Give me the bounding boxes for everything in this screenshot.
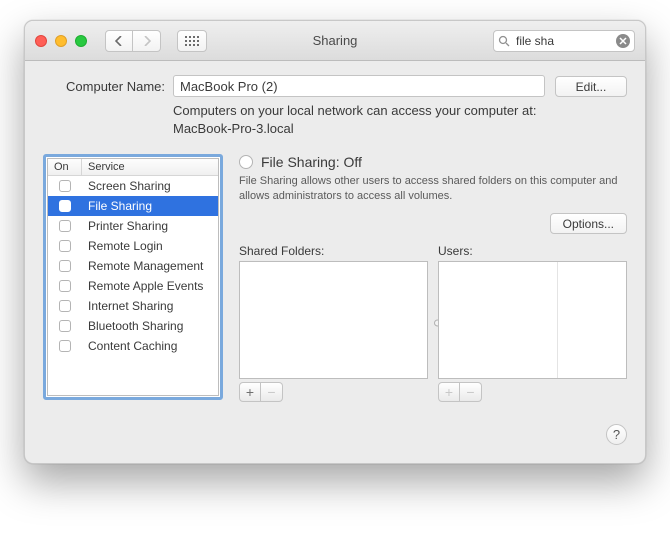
close-window-button[interactable]: [35, 35, 47, 47]
service-row-remote-login[interactable]: Remote Login: [48, 236, 218, 256]
service-checkbox[interactable]: [59, 280, 71, 292]
service-checkbox[interactable]: [59, 260, 71, 272]
shared-folders-label: Shared Folders:: [239, 244, 428, 258]
search-field[interactable]: [493, 30, 635, 52]
service-label: Internet Sharing: [82, 299, 218, 313]
grid-icon: [185, 36, 199, 46]
shared-folders-list[interactable]: [239, 261, 428, 379]
users-column-divider: [557, 262, 558, 378]
chevron-left-icon: [115, 36, 123, 46]
remove-user-button[interactable]: −: [460, 382, 482, 402]
help-button[interactable]: ?: [606, 424, 627, 445]
service-label: File Sharing: [82, 199, 218, 213]
service-label: Screen Sharing: [82, 179, 218, 193]
services-list[interactable]: On Service Screen Sharing File Sharing Pri…: [43, 154, 223, 400]
service-status-indicator: [239, 155, 253, 169]
show-all-button[interactable]: [177, 30, 207, 52]
add-folder-button[interactable]: +: [239, 382, 261, 402]
zoom-window-button[interactable]: [75, 35, 87, 47]
service-label: Remote Login: [82, 239, 218, 253]
service-row-screen-sharing[interactable]: Screen Sharing: [48, 176, 218, 196]
x-icon: [619, 37, 627, 45]
add-user-button[interactable]: +: [438, 382, 460, 402]
service-checkbox[interactable]: [59, 300, 71, 312]
window-controls: [35, 35, 87, 47]
service-row-printer-sharing[interactable]: Printer Sharing: [48, 216, 218, 236]
service-row-remote-apple-events[interactable]: Remote Apple Events: [48, 276, 218, 296]
service-checkbox[interactable]: [59, 200, 71, 212]
users-label: Users:: [438, 244, 627, 258]
service-checkbox[interactable]: [59, 340, 71, 352]
services-header: On Service: [48, 159, 218, 176]
edit-hostname-button[interactable]: Edit...: [555, 76, 627, 97]
back-button[interactable]: [105, 30, 133, 52]
service-row-internet-sharing[interactable]: Internet Sharing: [48, 296, 218, 316]
computer-name-hint: Computers on your local network can acce…: [173, 102, 545, 138]
content-area: On Service Screen Sharing File Sharing Pri…: [43, 154, 627, 403]
titlebar: Sharing: [25, 21, 645, 61]
service-label: Bluetooth Sharing: [82, 319, 218, 333]
hint-line1: Computers on your local network can acce…: [173, 103, 536, 118]
header-service: Service: [82, 159, 218, 175]
sharing-preferences-window: Sharing Computer Name: Computers on your…: [24, 20, 646, 464]
service-row-remote-management[interactable]: Remote Management: [48, 256, 218, 276]
service-row-file-sharing[interactable]: File Sharing: [48, 196, 218, 216]
computer-name-row: Computer Name: Computers on your local n…: [43, 75, 627, 138]
service-row-bluetooth-sharing[interactable]: Bluetooth Sharing: [48, 316, 218, 336]
service-label: Remote Management: [82, 259, 218, 273]
forward-button[interactable]: [133, 30, 161, 52]
service-checkbox[interactable]: [59, 220, 71, 232]
nav-buttons: [105, 30, 161, 52]
service-label: Content Caching: [82, 339, 218, 353]
service-checkbox[interactable]: [59, 240, 71, 252]
minimize-window-button[interactable]: [55, 35, 67, 47]
remove-folder-button[interactable]: −: [261, 382, 283, 402]
hint-line2: MacBook-Pro-3.local: [173, 121, 294, 136]
window-body: Computer Name: Computers on your local n…: [25, 61, 645, 463]
clear-search-button[interactable]: [616, 34, 630, 48]
service-row-content-caching[interactable]: Content Caching: [48, 336, 218, 356]
users-list[interactable]: [438, 261, 627, 379]
service-checkbox[interactable]: [59, 180, 71, 192]
service-detail: File Sharing: Off File Sharing allows ot…: [239, 154, 627, 403]
service-status-label: File Sharing: Off: [261, 154, 362, 170]
chevron-right-icon: [143, 36, 151, 46]
service-label: Remote Apple Events: [82, 279, 218, 293]
search-icon: [498, 35, 510, 47]
computer-name-label: Computer Name:: [43, 75, 173, 94]
service-description: File Sharing allows other users to acces…: [239, 174, 627, 204]
service-label: Printer Sharing: [82, 219, 218, 233]
options-button[interactable]: Options...: [550, 213, 627, 234]
computer-name-input[interactable]: [173, 75, 545, 97]
service-checkbox[interactable]: [59, 320, 71, 332]
search-input[interactable]: [514, 33, 612, 49]
header-on: On: [48, 159, 82, 175]
